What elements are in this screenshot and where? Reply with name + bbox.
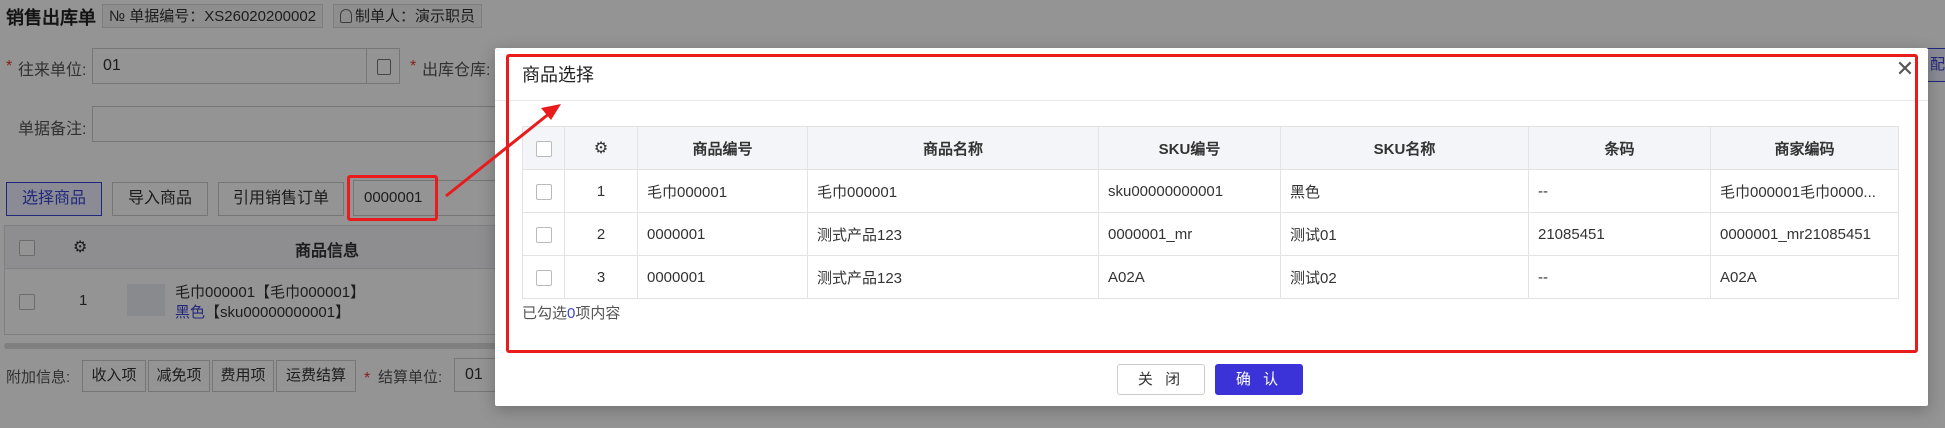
arrow-line — [445, 111, 551, 198]
annotation-arrow — [445, 104, 561, 198]
